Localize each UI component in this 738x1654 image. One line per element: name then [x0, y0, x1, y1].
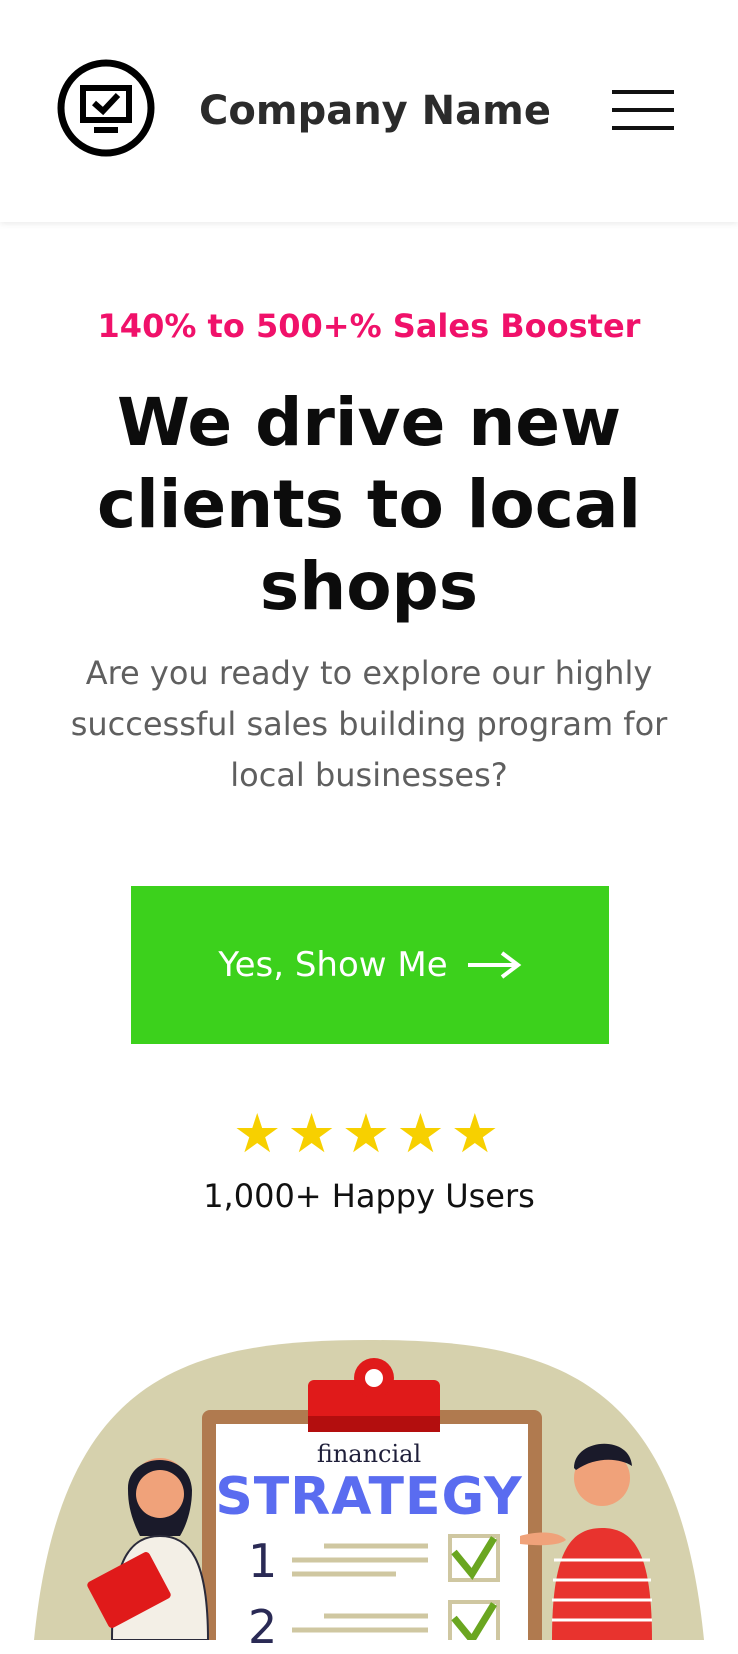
page-title: We drive new clients to local shops: [96, 384, 642, 625]
list-item-number: 2: [248, 1600, 278, 1654]
arrow-right-icon: [467, 951, 521, 979]
yes-show-me-button[interactable]: Yes, Show Me: [131, 886, 609, 1044]
illustration-title-large: STRATEGY: [215, 1467, 523, 1527]
hero-subtext: Are you ready to explore our highly succ…: [70, 654, 668, 794]
happy-users-caption: 1,000+ Happy Users: [203, 1177, 535, 1215]
list-item-number: 1: [248, 1534, 278, 1588]
company-name[interactable]: Company Name: [190, 84, 560, 138]
monitor-check-icon[interactable]: [56, 58, 156, 158]
rating-stars: ★★★★★: [232, 1102, 506, 1165]
eyebrow-text: 140% to 500+% Sales Booster: [97, 307, 641, 345]
illustration-title-small: financial: [316, 1440, 422, 1468]
cta-label: Yes, Show Me: [218, 945, 448, 985]
site-header: Company Name: [0, 0, 738, 222]
hamburger-menu-icon[interactable]: [612, 88, 680, 132]
